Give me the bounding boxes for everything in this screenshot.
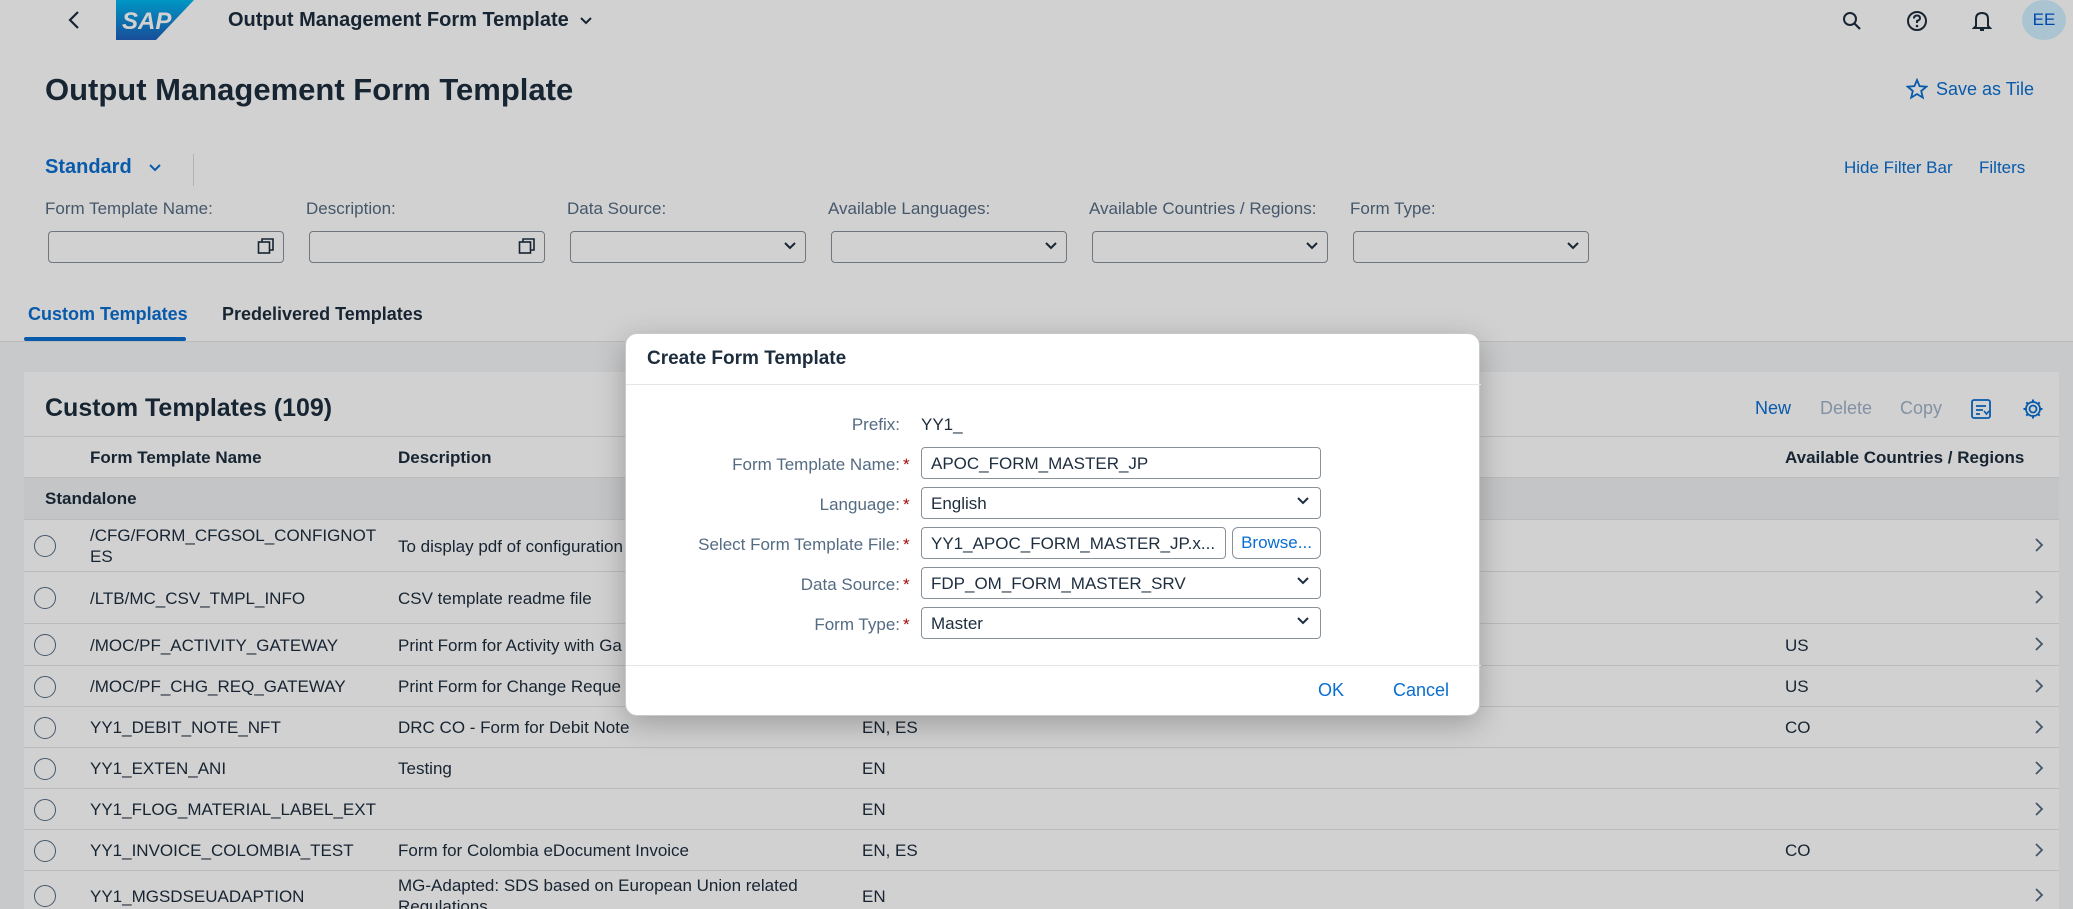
required-marker: * bbox=[903, 535, 910, 554]
required-marker: * bbox=[903, 615, 910, 634]
select-file-label: Select Form Template File: bbox=[698, 535, 900, 554]
chevron-down-icon bbox=[1297, 497, 1309, 505]
required-marker: * bbox=[903, 495, 910, 514]
required-marker: * bbox=[903, 575, 910, 594]
data-source-select[interactable]: FDP_OM_FORM_MASTER_SRV bbox=[921, 567, 1321, 599]
form-template-file-field[interactable]: YY1_APOC_FORM_MASTER_JP.x... bbox=[921, 527, 1226, 559]
data-source-label: Data Source: bbox=[800, 575, 900, 594]
chevron-down-icon bbox=[1297, 577, 1309, 585]
prefix-label: Prefix: bbox=[851, 415, 900, 434]
cancel-button[interactable]: Cancel bbox=[1393, 680, 1449, 701]
chevron-down-icon bbox=[1297, 617, 1309, 625]
form-type-select[interactable]: Master bbox=[921, 607, 1321, 639]
dialog-title: Create Form Template bbox=[647, 348, 847, 369]
create-form-template-dialog: Create Form Template Prefix: YY1_ Form T… bbox=[625, 333, 1481, 716]
form-type-value: Master bbox=[931, 614, 983, 633]
data-source-value: FDP_OM_FORM_MASTER_SRV bbox=[931, 574, 1186, 593]
required-marker: * bbox=[903, 455, 910, 474]
language-value: English bbox=[931, 494, 987, 513]
file-name-value: YY1_APOC_FORM_MASTER_JP.x... bbox=[931, 534, 1216, 553]
divider bbox=[626, 665, 1481, 666]
prefix-value: YY1_ bbox=[921, 415, 963, 434]
divider bbox=[626, 384, 1481, 385]
form-type-label: Form Type: bbox=[814, 615, 900, 634]
language-select[interactable]: English bbox=[921, 487, 1321, 519]
form-template-name-value: APOC_FORM_MASTER_JP bbox=[931, 454, 1149, 473]
form-template-name-field[interactable]: APOC_FORM_MASTER_JP bbox=[921, 447, 1321, 479]
ok-button[interactable]: OK bbox=[1318, 680, 1344, 701]
form-template-name-label: Form Template Name: bbox=[732, 455, 900, 474]
browse-button[interactable]: Browse... bbox=[1232, 527, 1321, 559]
language-label: Language: bbox=[819, 495, 900, 514]
